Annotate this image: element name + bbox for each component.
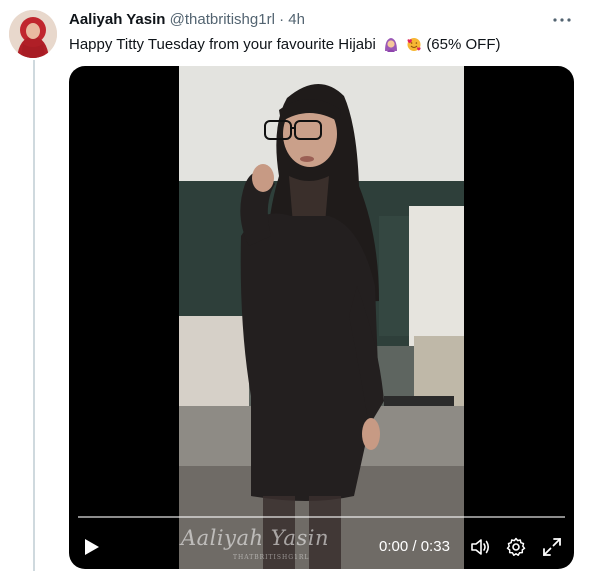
more-horizontal-icon <box>553 18 571 22</box>
video-time-readout: 0:00 / 0:33 <box>379 538 450 556</box>
tweet-header: Aaliyah Yasin @thatbritishg1rl · 4h <box>69 11 305 29</box>
author-handle[interactable]: @thatbritishg1rl <box>170 11 275 28</box>
tweet-text: Happy Titty Tuesday from your favourite … <box>69 35 501 55</box>
settings-gear-icon <box>506 537 526 556</box>
video-still-image <box>179 66 464 569</box>
video-progress-bar[interactable] <box>78 516 565 518</box>
tweet-text-main: Happy Titty Tuesday from your favourite … <box>69 36 376 53</box>
smiling-face-with-hearts-emoji <box>406 36 422 52</box>
video-watermark-handle: THATBRITISHG1RL <box>233 554 310 561</box>
author-name[interactable]: Aaliyah Yasin <box>69 11 165 28</box>
video-current-time: 0:00 <box>379 538 409 555</box>
video-player[interactable]: Aaliyah Yasin THATBRITISHG1RL 0:00 / 0:3… <box>69 66 574 569</box>
video-settings-button[interactable] <box>505 536 527 558</box>
video-frame[interactable] <box>179 66 464 569</box>
person-with-headscarf-emoji <box>383 36 399 52</box>
play-icon <box>85 539 99 555</box>
tweet-text-suffix: (65% OFF) <box>426 36 501 53</box>
thread-connector-line <box>33 60 35 571</box>
avatar[interactable] <box>9 10 57 58</box>
play-button[interactable] <box>80 536 102 558</box>
fullscreen-expand-icon <box>543 538 561 556</box>
more-options-button[interactable] <box>549 10 575 30</box>
avatar-image <box>9 10 57 58</box>
fullscreen-button[interactable] <box>541 536 563 558</box>
video-watermark-name: Aaliyah Yasin <box>181 526 329 550</box>
video-duration: 0:33 <box>420 538 450 555</box>
separator-dot: · <box>279 11 285 28</box>
volume-icon <box>471 539 490 555</box>
tweet-time[interactable]: 4h <box>288 11 305 28</box>
volume-button[interactable] <box>469 536 491 558</box>
video-time-separator: / <box>412 538 417 555</box>
